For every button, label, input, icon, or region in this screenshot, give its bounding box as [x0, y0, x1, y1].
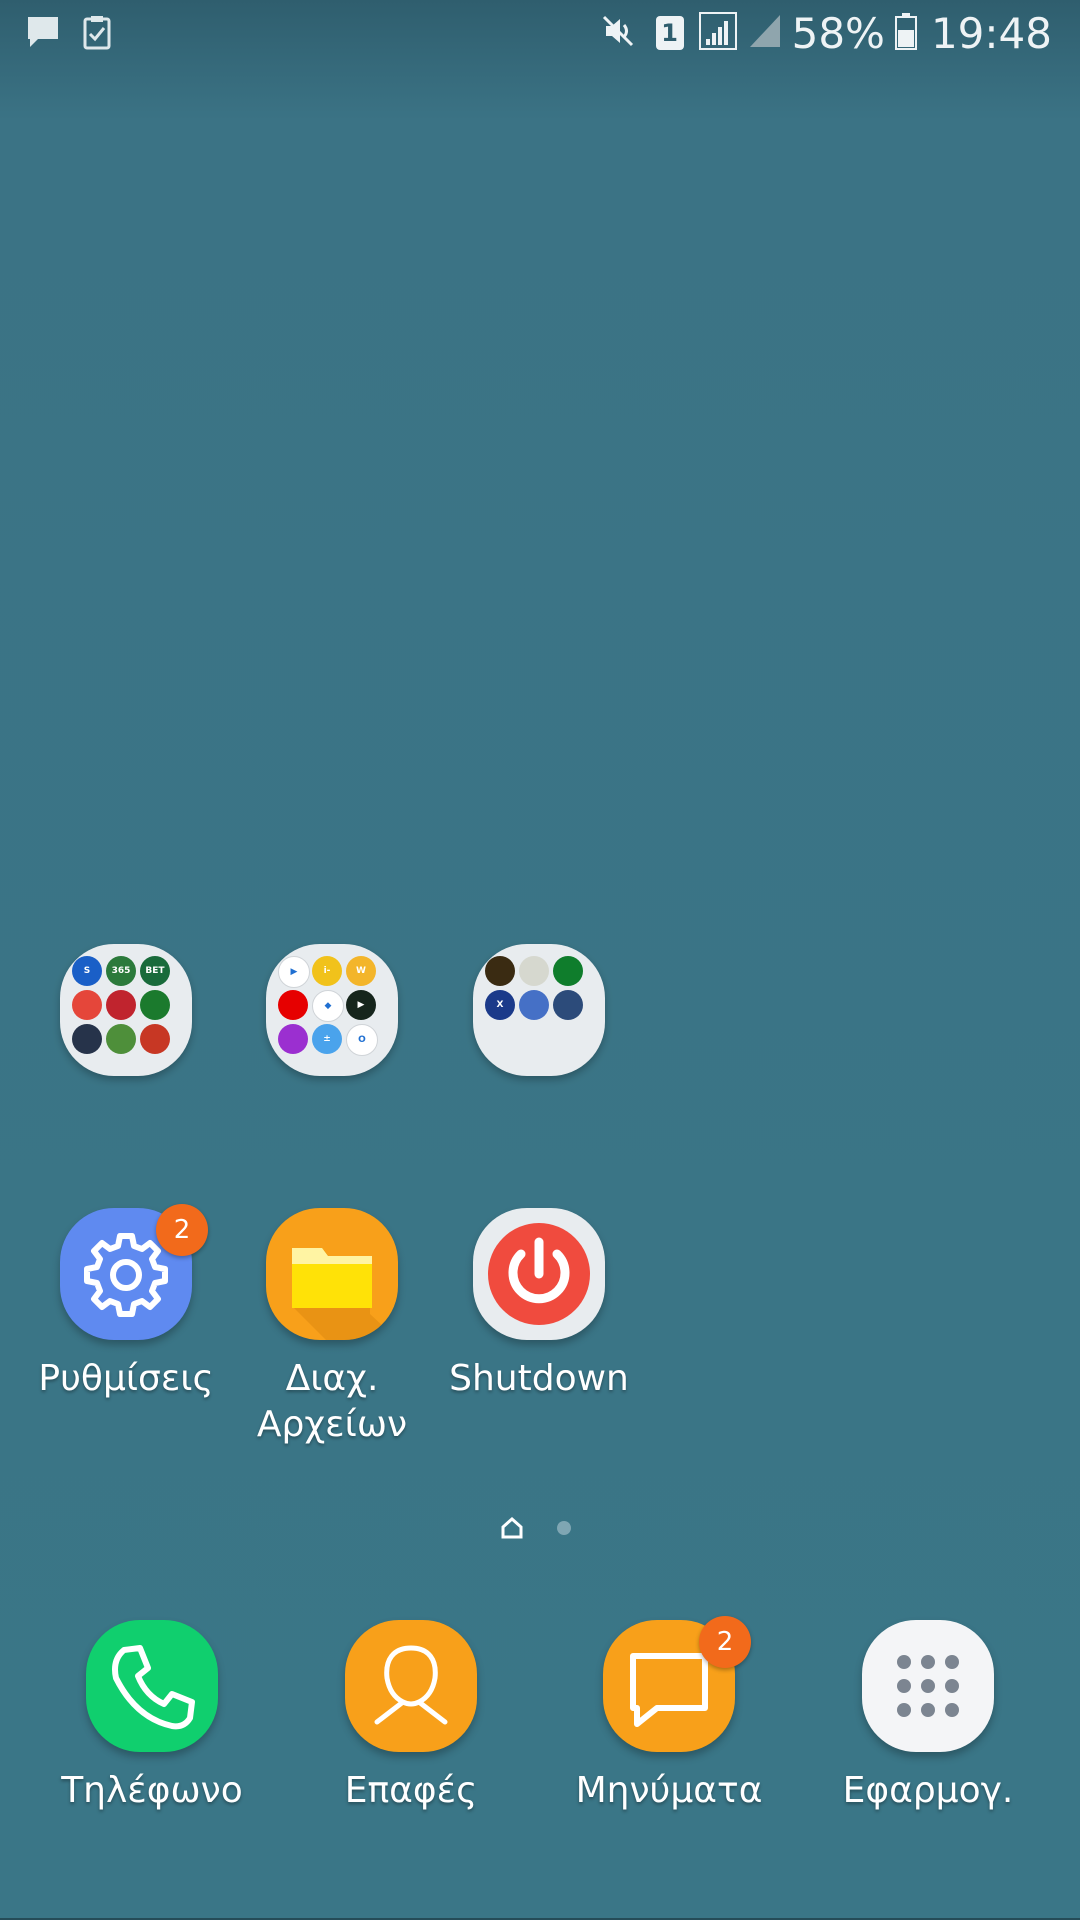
ball-app-icon — [72, 990, 102, 1020]
sim-1-icon: 1 — [655, 16, 684, 50]
page-dot[interactable] — [557, 1521, 571, 1535]
blue-diamond-icon: ◆ — [312, 990, 344, 1022]
shutdown-icon — [473, 1208, 605, 1340]
news-app-icon — [72, 1024, 102, 1054]
person-icon — [374, 1645, 448, 1725]
folder-icon-grid: X — [485, 956, 593, 1064]
notification-badge: 2 — [156, 1204, 208, 1256]
signal-icon — [698, 11, 738, 55]
power-icon — [488, 1223, 590, 1325]
dock-contacts[interactable]: Επαφές — [311, 1620, 511, 1814]
game-app-icon — [485, 956, 515, 986]
grid-icon — [897, 1655, 959, 1717]
soccer-app-icon — [519, 956, 549, 986]
messages-app-icon: 2 — [603, 1616, 751, 1752]
calculator-icon: ± — [312, 1024, 342, 1054]
folder-sports[interactable]: S 365 BET — [60, 944, 192, 1076]
s-app-icon: S — [72, 956, 102, 986]
settings-icon: 2 — [60, 1204, 208, 1340]
folder-utilities[interactable]: ▶i-bankW◆▶±O — [266, 944, 398, 1076]
app-label: Ρυθμίσεις — [38, 1358, 214, 1399]
folder-icon-grid: S 365 BET — [72, 956, 180, 1064]
winbank-icon: W — [346, 956, 376, 986]
signal-empty-icon — [748, 13, 782, 53]
dock-messages[interactable]: 2 Μηνύματα — [569, 1616, 769, 1814]
app-settings[interactable]: 2 Ρυθμίσεις — [26, 1204, 226, 1402]
app-label: Εφαρμογ. — [842, 1770, 1014, 1811]
message-notification-icon — [26, 14, 60, 54]
app-label: Μηνύματα — [575, 1770, 763, 1811]
football-app-icon — [106, 1024, 136, 1054]
mute-icon — [600, 13, 636, 53]
folder-games[interactable]: X — [473, 944, 605, 1076]
opera-icon: O — [346, 1024, 378, 1056]
phone-icon — [112, 1645, 195, 1730]
folder-icon — [292, 1248, 398, 1340]
dock-apps[interactable]: Εφαρμογ. — [828, 1620, 1028, 1814]
status-bar[interactable]: 1 58% 19:48 — [0, 0, 1080, 64]
ibank-icon: i-bank — [312, 956, 342, 986]
clock: 19:48 — [930, 8, 1052, 58]
red-sport-icon — [140, 1024, 170, 1054]
app-label: Επαφές — [344, 1770, 478, 1811]
dock-phone[interactable]: Τηλέφωνο — [52, 1620, 252, 1814]
xbox-app-icon: X — [485, 990, 515, 1020]
battery-percentage: 58% — [791, 8, 885, 58]
play-store-icon: ▶ — [278, 956, 310, 988]
notification-badge: 2 — [699, 1616, 751, 1668]
file-manager-icon — [266, 1208, 398, 1340]
green-target-icon — [553, 956, 583, 986]
page-indicator[interactable] — [496, 1516, 586, 1540]
folder-icon-grid: ▶i-bankW◆▶±O — [278, 956, 386, 1064]
apps-drawer-icon — [862, 1620, 994, 1752]
task-checklist-icon — [82, 14, 112, 54]
uc-browser-icon — [278, 1024, 308, 1054]
home-page-dot-icon[interactable] — [500, 1516, 524, 1544]
android-app-icon — [553, 990, 583, 1020]
contacts-app-icon — [345, 1620, 477, 1752]
app-label: Διαχ. Αρχείων — [256, 1358, 408, 1445]
notification-icons — [26, 14, 112, 54]
video-play-icon: ▶ — [346, 990, 376, 1020]
app-file-manager[interactable]: Διαχ. Αρχείων — [232, 1208, 432, 1448]
bet365-icon: 365 — [106, 956, 136, 986]
system-icons: 1 58% 19:48 — [600, 8, 1052, 58]
green-ring-icon — [140, 990, 170, 1020]
red-octopus-icon — [106, 990, 136, 1020]
vodafone-icon — [278, 990, 308, 1020]
app-shutdown[interactable]: Shutdown — [439, 1208, 639, 1402]
battery-icon — [894, 12, 917, 54]
bet-app-icon: BET — [140, 956, 170, 986]
app-label: Τηλέφωνο — [61, 1770, 243, 1811]
phone-app-icon — [86, 1620, 218, 1752]
trash-app-icon — [519, 990, 549, 1020]
app-label: Shutdown — [449, 1358, 629, 1399]
